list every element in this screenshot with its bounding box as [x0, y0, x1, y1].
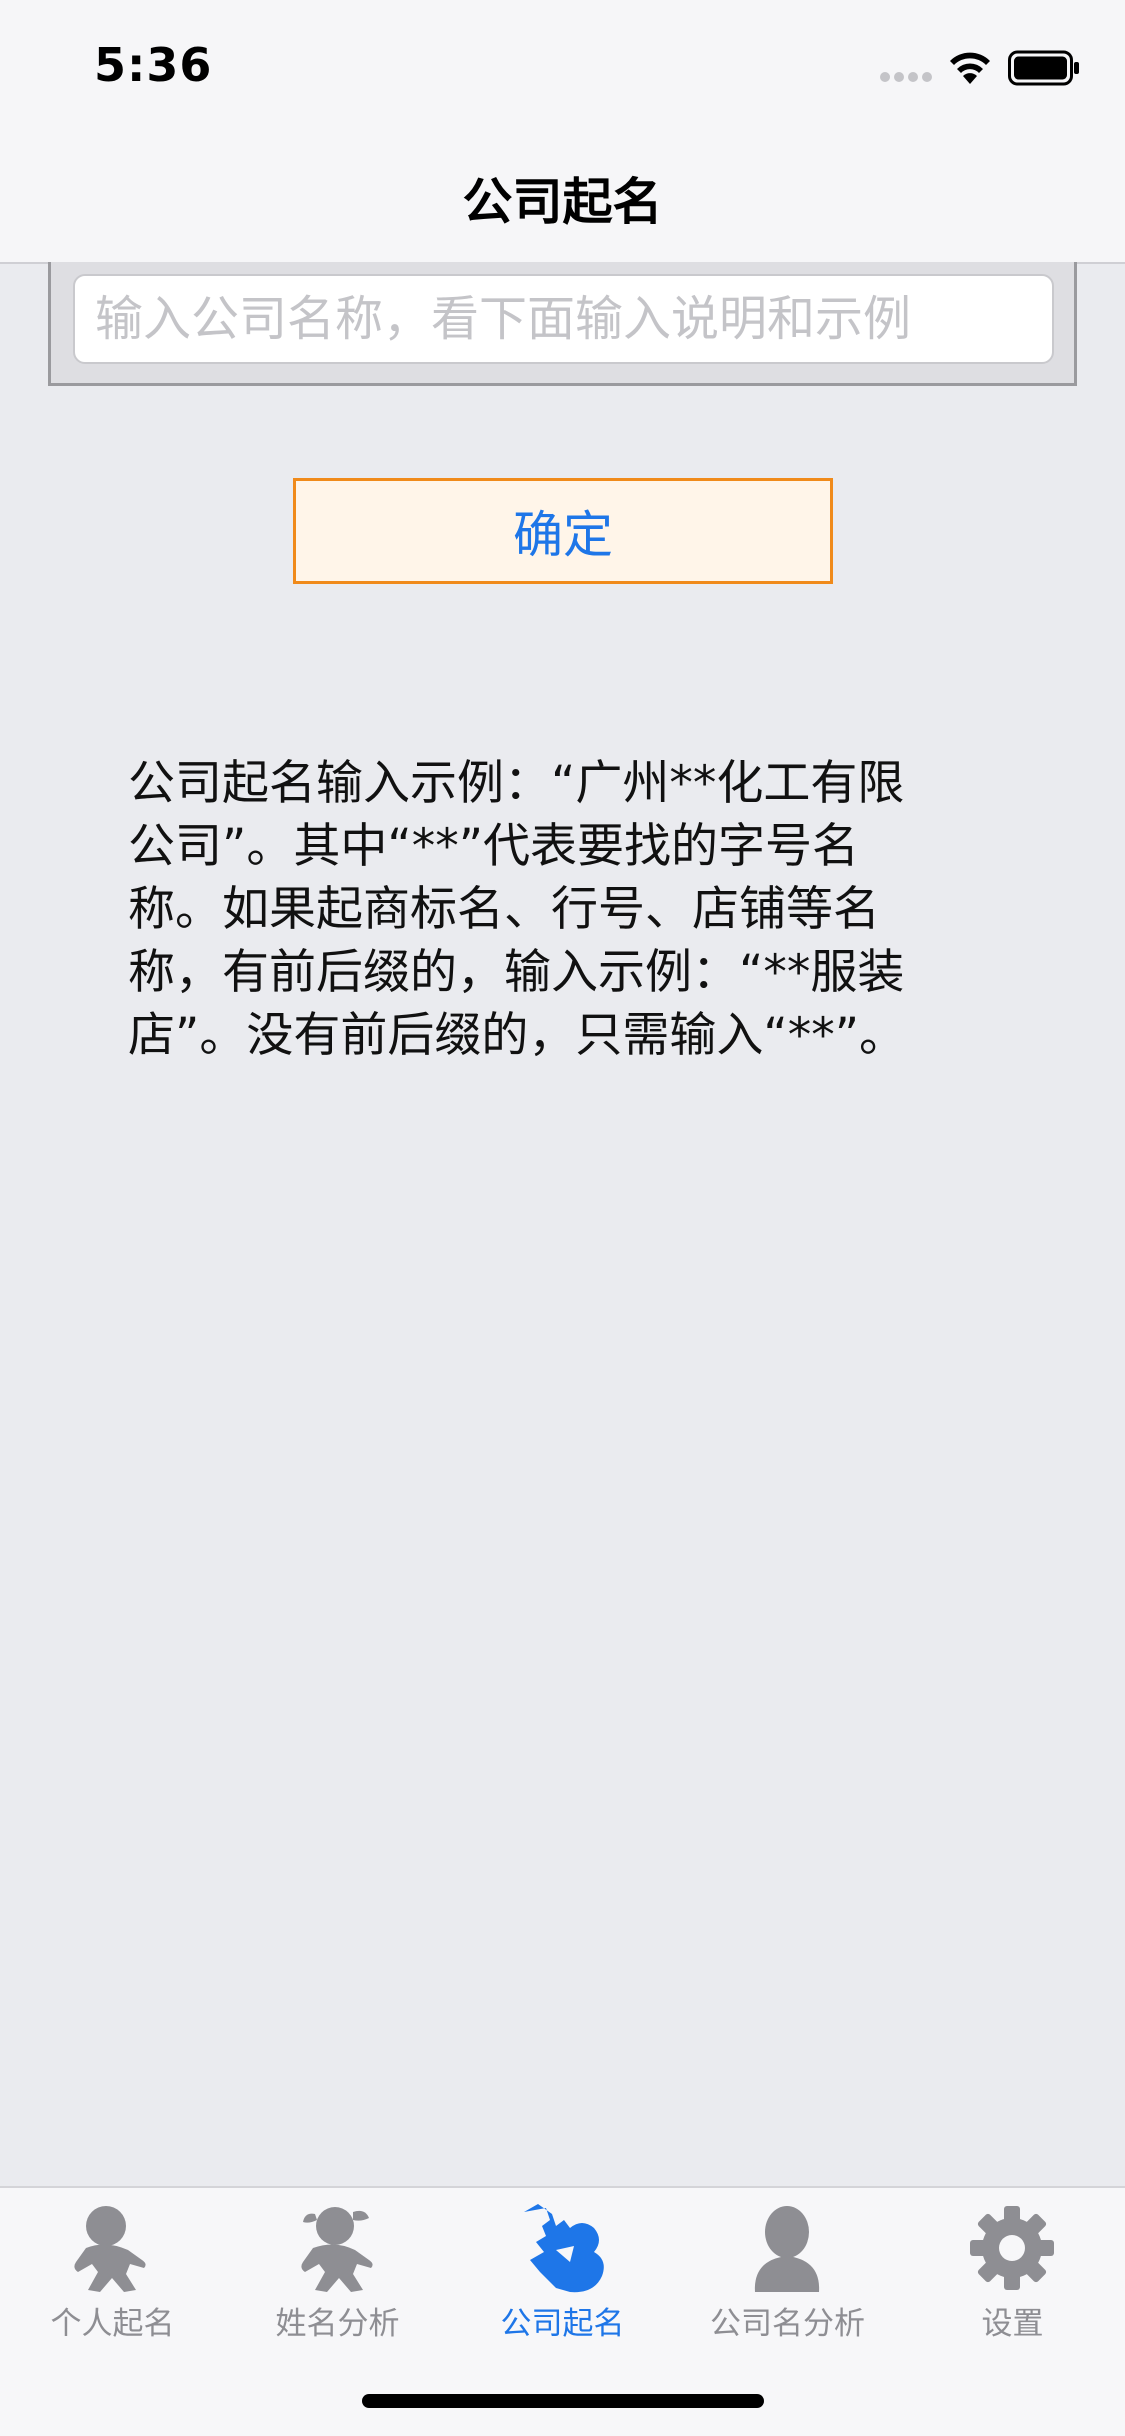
tab-label: 公司起名 — [500, 2306, 625, 2342]
tab-personal-naming[interactable]: 个人起名 — [0, 2202, 225, 2352]
input-instructions: 公司起名输入示例：“广州**化工有限 公司”。其中“**”代表要找的字号名 称。… — [128, 756, 907, 1063]
gear-icon — [970, 2206, 1054, 2290]
girl-icon — [301, 2207, 373, 2292]
battery-icon — [1008, 50, 1079, 86]
tab-company-naming[interactable]: 公司起名 — [450, 2202, 675, 2352]
cellular-signal-icon — [880, 72, 934, 84]
home-indicator — [362, 2394, 764, 2408]
top-bar: 5:36 公司起名 — [0, 0, 1125, 264]
tab-settings[interactable]: 设置 — [900, 2202, 1125, 2352]
tab-company-name-analysis[interactable]: 公司名分析 — [675, 2202, 900, 2352]
status-time: 5:36 — [94, 38, 213, 92]
tab-label: 设置 — [981, 2306, 1044, 2342]
input-frame — [48, 262, 1077, 386]
confirm-button[interactable]: 确定 — [293, 478, 833, 584]
company-name-input[interactable] — [73, 274, 1054, 364]
page-title: 公司起名 — [462, 173, 663, 231]
wifi-icon — [950, 52, 990, 84]
person-icon — [754, 2206, 820, 2292]
tab-label: 公司名分析 — [710, 2306, 865, 2342]
boy-icon — [74, 2206, 146, 2292]
screen: 5:36 公司起名 确定 公司起名输入示例：“广州**化工有限 公司”。其中“*… — [0, 0, 1125, 2436]
company-icon — [524, 2204, 604, 2293]
tab-name-analysis[interactable]: 姓名分析 — [225, 2202, 450, 2352]
tab-label: 姓名分析 — [275, 2306, 400, 2342]
tab-label: 个人起名 — [50, 2306, 175, 2342]
